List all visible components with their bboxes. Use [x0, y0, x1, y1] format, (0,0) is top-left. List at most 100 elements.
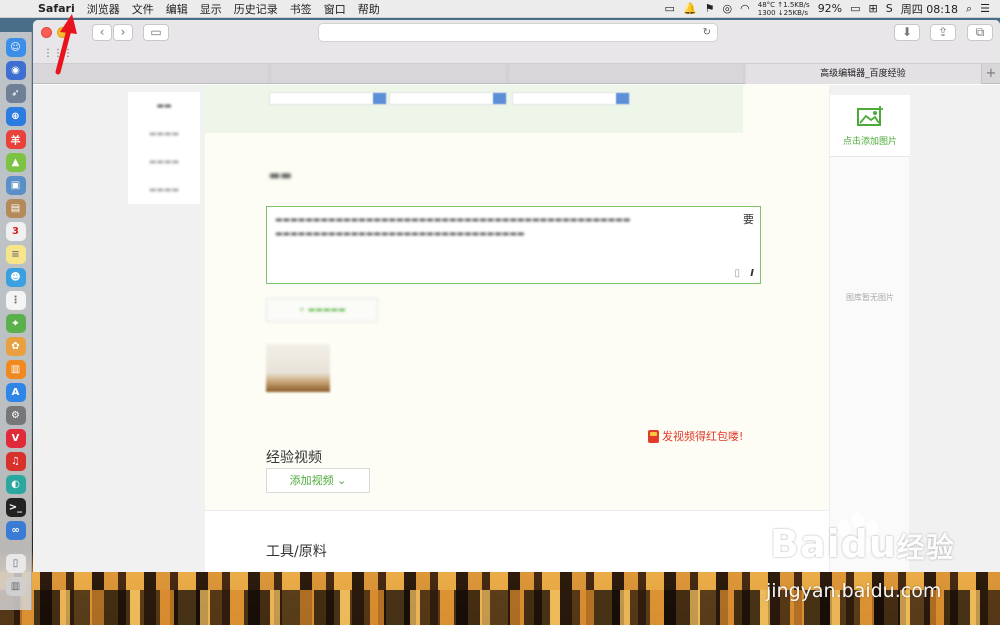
video-reward-link[interactable]: 发视频得红包喽! [648, 428, 743, 444]
bookmark-icon[interactable]: ⚑ [705, 2, 715, 15]
notes-icon[interactable]: ≡ [5, 245, 26, 264]
app-red-icon[interactable]: 羊 [5, 130, 26, 149]
add-image-tile[interactable]: 点击添加图片 [830, 95, 910, 157]
reload-icon[interactable]: ↻ [703, 24, 711, 41]
step-heading-blurred: ▬▬ [269, 168, 292, 182]
android-icon[interactable]: ▲ [5, 153, 26, 172]
menu-history[interactable]: 历史记录 [228, 1, 284, 17]
add-image-label: 点击添加图片 [842, 137, 897, 147]
battery-icon[interactable]: ▭ [850, 2, 860, 15]
watermark-logo: Baidu经验 [770, 522, 955, 566]
system-preferences-icon[interactable]: ⚙ [5, 406, 26, 425]
baidu-jingyan-watermark: Baidu经验 jingyan.baidu.com [760, 512, 1000, 622]
left-nav-item[interactable]: ▬▬ [128, 92, 200, 120]
menu-view[interactable]: 显示 [194, 1, 228, 17]
menu-file[interactable]: 文件 [126, 1, 160, 17]
wifi-icon[interactable]: ◠ [740, 2, 750, 15]
dock: ☺ ◉ ➶ ⊕ 羊 ▲ ▣ ▤ 3 ≡ ☻ ⋮ ⌖ ✿ ▥ A ⚙ V ♫ ◐ … [0, 32, 32, 610]
trash-icon[interactable]: ▥ [5, 577, 26, 596]
tools-section-title: 工具/原料 [266, 544, 327, 560]
menu-window[interactable]: 窗口 [318, 1, 352, 17]
page-content: ▬▬ ▬▬▬▬ ▬▬▬▬ ▬▬▬▬ ▬▬ ▬▬▬▬▬▬▬▬▬▬▬▬▬▬▬▬▬▬▬… [33, 85, 1000, 572]
watermark-brand: Baidu [770, 522, 897, 566]
safari-window: ‹ › ▭ ↻ ⬇ ⇪ ⧉ ⋮⋮⋮ 高级编辑器_百度经验 + ▬▬ ▬▬▬▬ ▬… [33, 20, 1000, 572]
edit-icon[interactable]: ▯ [734, 268, 740, 279]
back-button[interactable]: ‹ [92, 24, 112, 41]
downloads-button[interactable]: ⬇ [894, 24, 920, 41]
chevron-down-icon: ⌄ [337, 474, 347, 487]
app-teal-icon[interactable]: ◐ [5, 475, 26, 494]
bell-icon[interactable]: 🔔 [683, 2, 697, 15]
tab-2[interactable] [270, 64, 508, 84]
menu-edit[interactable]: 编辑 [160, 1, 194, 17]
editor-text-blurred: ▬▬▬▬▬▬▬▬▬▬▬▬▬▬▬▬▬▬▬▬▬▬▬▬▬▬▬▬▬▬▬▬▬▬▬▬▬▬▬▬… [275, 215, 631, 238]
step-text-editor[interactable]: ▬▬▬▬▬▬▬▬▬▬▬▬▬▬▬▬▬▬▬▬▬▬▬▬▬▬▬▬▬▬▬▬▬▬▬▬▬▬▬▬… [266, 206, 761, 284]
show-tabs-button[interactable]: ⧉ [967, 24, 993, 41]
spotlight-search-icon[interactable]: ⌕ [966, 2, 972, 16]
launchpad-icon[interactable]: ➶ [5, 84, 26, 103]
notification-center-icon[interactable]: ☰ [980, 2, 990, 15]
books-icon[interactable]: ▥ [5, 360, 26, 379]
category-select-3[interactable] [512, 92, 630, 105]
reminders-icon[interactable]: ⋮ [5, 291, 26, 310]
tab-3[interactable] [508, 64, 745, 84]
document-icon[interactable]: ▯ [5, 554, 26, 573]
forward-button[interactable]: › [113, 24, 133, 41]
menubar-clock[interactable]: 周四 08:18 [901, 1, 958, 17]
baidu-netdisk-icon[interactable]: ∞ [5, 521, 26, 540]
red-arrow-annotation [55, 14, 77, 75]
preview-icon[interactable]: ▣ [5, 176, 26, 195]
terminal-icon[interactable]: >_ [5, 498, 26, 517]
video-section-title: 经验视频 [266, 450, 322, 466]
watermark-url: jingyan.baidu.com [766, 580, 942, 602]
input-method-icon[interactable]: ⊞ [869, 2, 878, 15]
chevron-down-icon [373, 93, 386, 104]
left-nav-item[interactable]: ▬▬▬▬ [128, 148, 200, 176]
menu-bar: Safari 浏览器 文件 编辑 显示 历史记录 书签 窗口 帮助 ▭ 🔔 ⚑ … [0, 0, 1000, 18]
netease-music-icon[interactable]: ♫ [5, 452, 26, 471]
sync-icon[interactable]: ◎ [723, 2, 733, 15]
add-picture-icon [857, 106, 883, 126]
watermark-jingyan: 经验 [896, 531, 955, 564]
chevron-down-icon [616, 93, 629, 104]
category-strip [205, 85, 743, 133]
left-nav-item[interactable]: ▬▬▬▬ [128, 120, 200, 148]
new-tab-button[interactable]: + [982, 64, 1000, 83]
window-toolbar: ‹ › ▭ ↻ ⬇ ⇪ ⧉ [33, 20, 1000, 44]
calendar-icon[interactable]: 3 [5, 222, 26, 241]
finder-icon[interactable]: ☺ [5, 38, 26, 57]
menu-help[interactable]: 帮助 [352, 1, 386, 17]
editor-main: ▬▬ ▬▬▬▬▬▬▬▬▬▬▬▬▬▬▬▬▬▬▬▬▬▬▬▬▬▬▬▬▬▬▬▬▬▬▬▬▬… [205, 85, 829, 572]
vivaldi-icon[interactable]: V [5, 429, 26, 448]
add-video-button[interactable]: 添加视频 ⌄ [266, 468, 370, 493]
sidebar-toggle-button[interactable]: ▭ [143, 24, 169, 41]
net-up: ↑1.5KB/s [777, 0, 810, 9]
battery-percent[interactable]: 92% [818, 2, 842, 15]
system-monitor[interactable]: 48°C ↑1.5KB/s 1300 ↓25KB/s [758, 1, 810, 17]
tab-advanced-editor[interactable]: 高级编辑器_百度经验 [744, 64, 982, 84]
add-image-button-blurred[interactable]: + ▬▬▬▬▬ [266, 298, 378, 322]
left-nav-item[interactable]: ▬▬▬▬ [128, 176, 200, 204]
italic-icon[interactable]: I [750, 268, 754, 279]
category-select-1[interactable] [269, 92, 387, 105]
uploaded-image-thumbnail[interactable] [266, 344, 330, 392]
menu-bookmarks[interactable]: 书签 [284, 1, 318, 17]
photos-icon[interactable]: ✿ [5, 337, 26, 356]
safari-icon[interactable]: ⊕ [5, 107, 26, 126]
share-button[interactable]: ⇪ [930, 24, 956, 41]
siri-icon[interactable]: ◉ [5, 61, 26, 80]
red-envelope-icon [648, 429, 659, 443]
people-icon[interactable]: ☻ [5, 268, 26, 287]
address-bar[interactable]: ↻ [318, 23, 718, 42]
menu-browser[interactable]: 浏览器 [81, 1, 126, 17]
sogou-icon[interactable]: S [886, 2, 893, 15]
category-select-2[interactable] [389, 92, 507, 105]
contacts-icon[interactable]: ▤ [5, 199, 26, 218]
app-store-icon[interactable]: A [5, 383, 26, 402]
maps-icon[interactable]: ⌖ [5, 314, 26, 333]
airplay-icon[interactable]: ▭ [665, 2, 675, 15]
tab-bar: 高级编辑器_百度经验 + [33, 64, 1000, 84]
tools-section: 工具/原料 [205, 511, 829, 572]
add-video-label: 添加视频 [289, 474, 334, 487]
image-library-empty-text: 图库暂无图片 [846, 293, 894, 302]
